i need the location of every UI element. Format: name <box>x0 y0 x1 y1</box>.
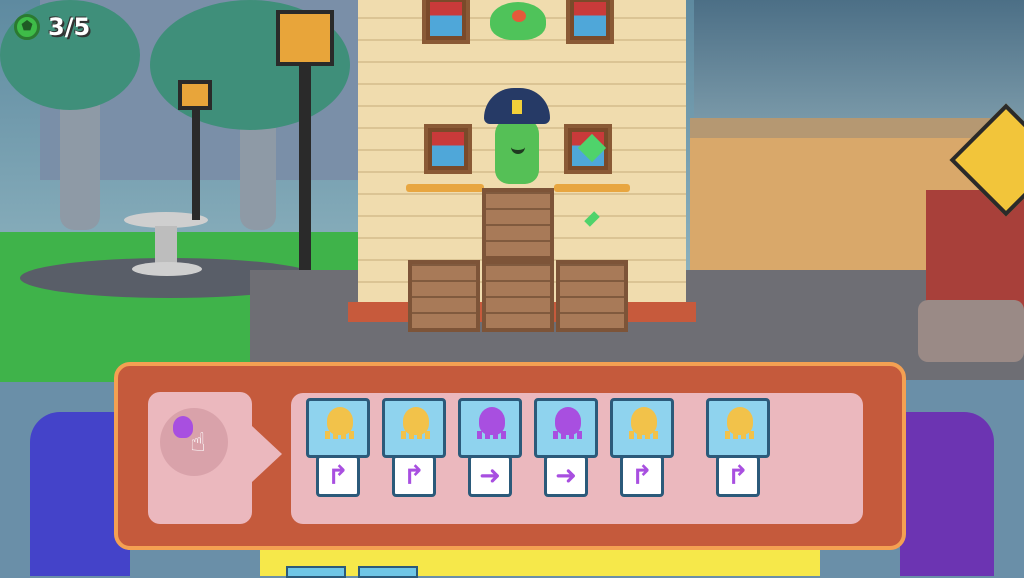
tentacles <box>477 431 507 439</box>
creature-card-orange-octopus[interactable] <box>706 398 770 458</box>
creature-card-orange-octopus[interactable] <box>306 398 370 458</box>
lamp-light <box>276 10 334 66</box>
gem-counter: ⬟ 3/5 <box>14 10 90 44</box>
toolbar-tab[interactable] <box>358 566 418 578</box>
gem-counter-text: 3/5 <box>48 13 91 41</box>
right-side-panel <box>900 412 994 576</box>
lamp-light <box>178 80 212 110</box>
creature-card-orange-octopus[interactable] <box>382 398 446 458</box>
creature-card-orange-octopus[interactable] <box>610 398 674 458</box>
fountain-base <box>132 262 202 276</box>
move-forward-icon[interactable]: ➜ <box>468 455 512 497</box>
shelf <box>406 184 484 192</box>
tentacles <box>725 431 755 439</box>
toolbar-tab[interactable] <box>286 566 346 578</box>
parrot-character <box>490 2 546 40</box>
window <box>424 124 472 174</box>
tentacles <box>629 431 659 439</box>
move-forward-icon[interactable]: ➜ <box>544 455 588 497</box>
crate <box>482 260 554 332</box>
lamp-post <box>192 100 200 220</box>
tentacles <box>553 431 583 439</box>
turn-right-icon[interactable]: ↱ <box>316 455 360 497</box>
source-pointer-arrow <box>252 426 282 482</box>
rock <box>918 300 1024 362</box>
window <box>422 0 470 44</box>
window <box>566 0 614 44</box>
turn-right-icon[interactable]: ↱ <box>620 455 664 497</box>
character-smile <box>511 140 525 154</box>
tentacles <box>325 431 355 439</box>
pentagon-gem-icon: ⬟ <box>14 14 40 40</box>
creature-card-purple-octopus[interactable] <box>534 398 598 458</box>
shelf <box>554 184 630 192</box>
turn-right-icon[interactable]: ↱ <box>392 455 436 497</box>
crate <box>556 260 628 332</box>
lamp-post <box>299 60 311 286</box>
crate <box>408 260 480 332</box>
mountain-backdrop <box>694 0 1024 130</box>
tentacles <box>401 431 431 439</box>
turn-right-icon[interactable]: ↱ <box>716 455 760 497</box>
creature-card-purple-octopus[interactable] <box>458 398 522 458</box>
crate <box>482 188 554 260</box>
tap-hand-icon: ☝ <box>190 428 206 458</box>
